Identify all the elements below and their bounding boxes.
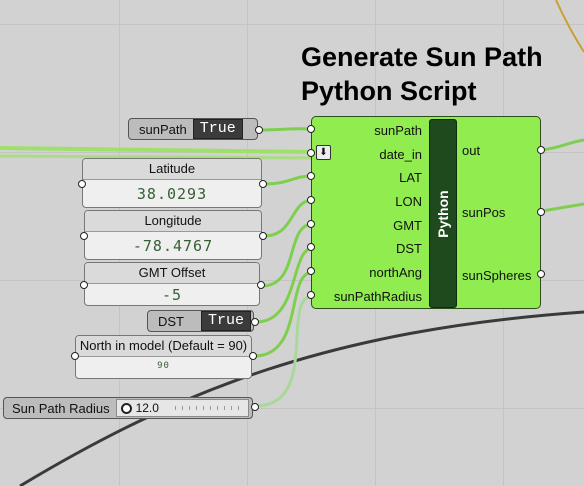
input-date-in[interactable]: date_in: [379, 147, 422, 162]
north-output-grip[interactable]: [249, 352, 257, 360]
sun-path-radius-slider[interactable]: Sun Path Radius 12.0: [3, 397, 253, 419]
wire-out-1: [541, 138, 584, 152]
slider-ticks: [174, 406, 242, 410]
gmt-offset-panel-header: GMT Offset: [85, 263, 259, 284]
grip-in-date-in[interactable]: [307, 149, 315, 157]
python-component[interactable]: ⬇ sunPath date_in LAT LON GMT DST northA…: [311, 116, 541, 309]
grip-in-sunpath[interactable]: [307, 125, 315, 133]
output-out[interactable]: out: [462, 143, 480, 158]
output-sunpos[interactable]: sunPos: [462, 205, 505, 220]
dst-toggle-value[interactable]: True: [200, 311, 251, 331]
python-core[interactable]: Python: [429, 119, 457, 308]
longitude-panel[interactable]: Longitude -78.4767: [84, 210, 262, 260]
gmt-offset-panel[interactable]: GMT Offset -5: [84, 262, 260, 306]
north-input-grip[interactable]: [71, 352, 79, 360]
latitude-output-grip[interactable]: [259, 180, 267, 188]
grip-in-sunpathradius[interactable]: [307, 291, 315, 299]
title-line-1: Generate Sun Path: [301, 42, 543, 72]
dst-toggle-label: DST: [158, 313, 184, 329]
slider-knob[interactable]: [120, 402, 132, 414]
input-gmt[interactable]: GMT: [393, 218, 422, 233]
input-lon[interactable]: LON: [395, 194, 422, 209]
scene-line: [555, 0, 584, 53]
output-sunspheres[interactable]: sunSpheres: [462, 268, 531, 283]
slider-label: Sun Path Radius: [12, 400, 110, 416]
wire-lat: [263, 174, 314, 186]
sunpath-output-grip[interactable]: [255, 126, 263, 134]
north-panel-value[interactable]: 90: [76, 357, 251, 371]
dst-toggle[interactable]: DST True: [147, 310, 254, 332]
slider-track[interactable]: 12.0: [115, 399, 249, 417]
input-northang[interactable]: northAng: [369, 265, 422, 280]
input-dst[interactable]: DST: [396, 241, 422, 256]
grip-out-sunspheres[interactable]: [537, 270, 545, 278]
sunpath-toggle-label: sunPath: [139, 121, 187, 137]
wire-radius: [255, 294, 314, 408]
wire-out-2: [541, 202, 584, 213]
slider-value: 12.0: [135, 401, 159, 415]
longitude-panel-header: Longitude: [85, 211, 261, 232]
grip-out-out[interactable]: [537, 146, 545, 154]
grip-in-gmt[interactable]: [307, 220, 315, 228]
sunpath-toggle[interactable]: sunPath True: [128, 118, 258, 140]
input-sunpathradius[interactable]: sunPathRadius: [334, 289, 422, 304]
wire-sunpath: [257, 127, 314, 132]
title-line-2: Python Script: [301, 76, 477, 106]
gmt-offset-input-grip[interactable]: [80, 281, 88, 289]
download-arrow-icon[interactable]: ⬇: [316, 145, 331, 160]
grip-in-northang[interactable]: [307, 267, 315, 275]
input-sunpath[interactable]: sunPath: [374, 123, 422, 138]
grip-in-lat[interactable]: [307, 172, 315, 180]
input-lat[interactable]: LAT: [399, 170, 422, 185]
gmt-offset-panel-value[interactable]: -5: [85, 284, 259, 304]
wire-left-1: [0, 146, 314, 154]
grip-in-lon[interactable]: [307, 196, 315, 204]
latitude-panel-value[interactable]: 38.0293: [83, 180, 261, 203]
latitude-input-grip[interactable]: [78, 180, 86, 188]
latitude-panel-header: Latitude: [83, 159, 261, 180]
python-core-label: Python: [435, 189, 451, 238]
latitude-panel[interactable]: Latitude 38.0293: [82, 158, 262, 208]
longitude-output-grip[interactable]: [259, 232, 267, 240]
group-title: Generate Sun Path Python Script: [301, 40, 543, 108]
longitude-input-grip[interactable]: [80, 232, 88, 240]
grip-out-sunpos[interactable]: [537, 208, 545, 216]
grip-in-dst[interactable]: [307, 243, 315, 251]
north-panel[interactable]: North in model (Default = 90) 90: [75, 335, 252, 379]
sunpath-toggle-value[interactable]: True: [192, 119, 243, 139]
north-panel-header: North in model (Default = 90): [76, 336, 251, 357]
dst-output-grip[interactable]: [251, 318, 259, 326]
slider-output-grip[interactable]: [251, 403, 259, 411]
wire-lon: [263, 198, 314, 238]
gmt-offset-output-grip[interactable]: [257, 281, 265, 289]
longitude-panel-value[interactable]: -78.4767: [85, 232, 261, 255]
